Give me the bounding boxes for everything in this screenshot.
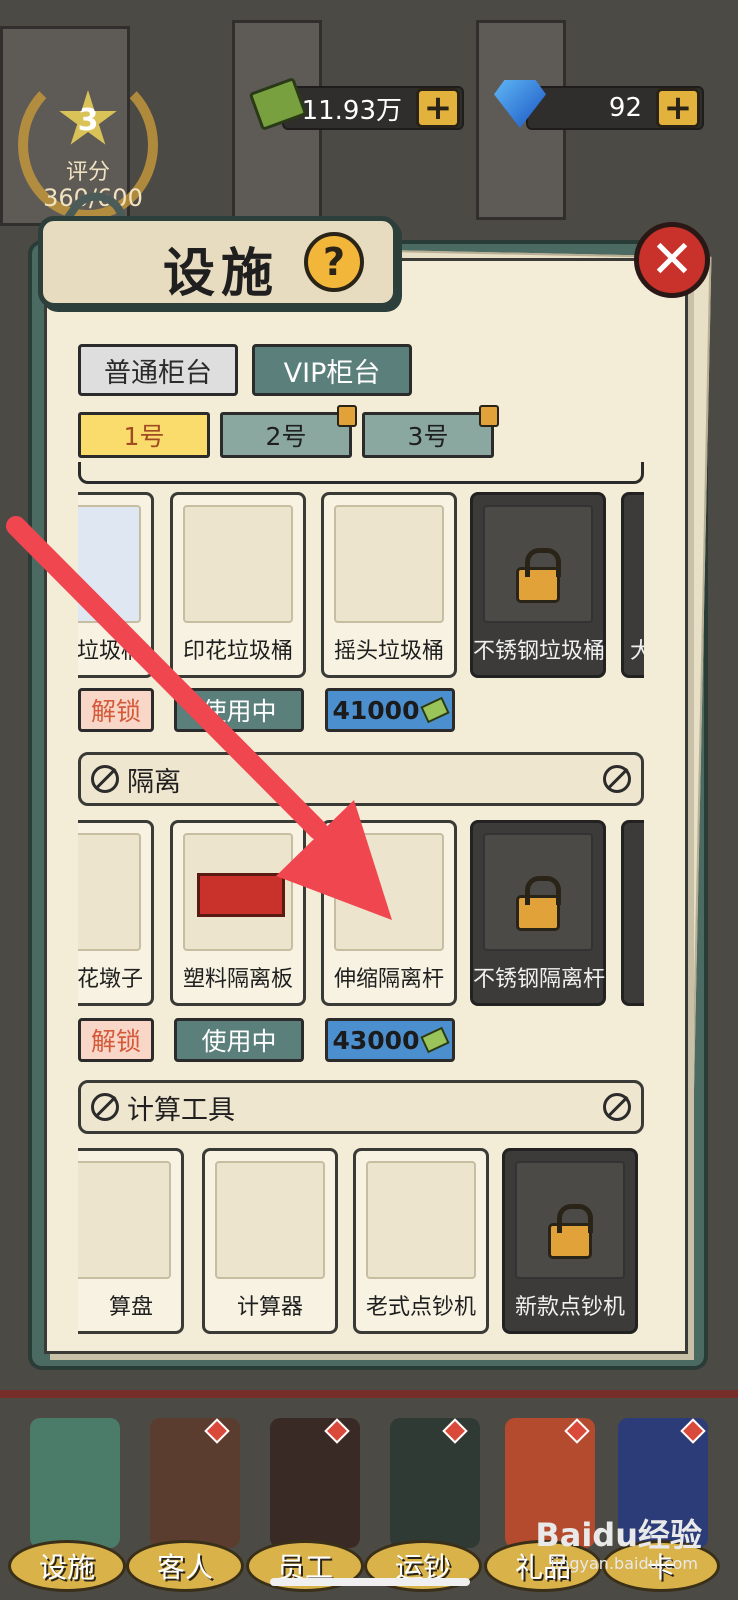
watermark-brand: Baidu经验 xyxy=(535,1516,702,1554)
arrow-shaft xyxy=(6,516,328,840)
watermark-url: jingyan.baidu.com xyxy=(550,1554,698,1573)
annotation-arrow xyxy=(6,516,392,920)
